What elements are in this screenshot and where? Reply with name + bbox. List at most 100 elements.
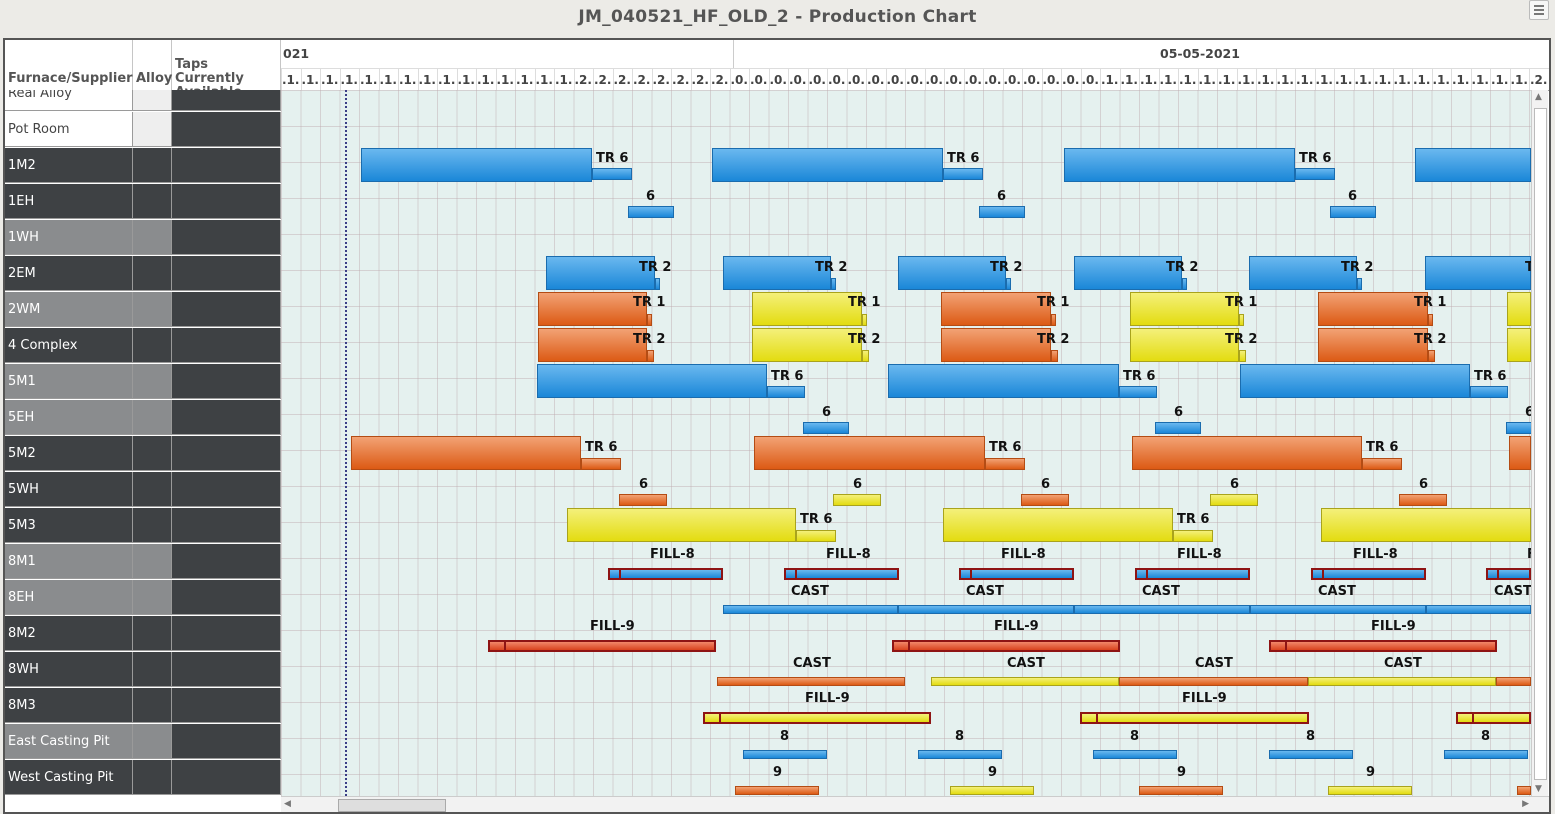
scroll-down-icon[interactable]: ▼ xyxy=(1535,784,1542,794)
gantt-bar[interactable] xyxy=(950,786,1034,795)
gantt-bar[interactable] xyxy=(1506,422,1531,434)
gantt-bar[interactable] xyxy=(1021,494,1069,506)
gantt-bar[interactable] xyxy=(351,436,581,470)
gantt-bar[interactable] xyxy=(1318,292,1428,326)
furnace-row[interactable]: 8M3 xyxy=(5,688,281,724)
gantt-bar[interactable] xyxy=(1507,328,1531,362)
gantt-bar[interactable] xyxy=(1006,278,1011,290)
gantt-bar[interactable] xyxy=(888,364,1119,398)
gantt-bar[interactable] xyxy=(1308,677,1496,686)
gantt-bar[interactable] xyxy=(361,148,592,182)
gantt-bar[interactable] xyxy=(1239,314,1244,326)
gantt-bar[interactable] xyxy=(1318,328,1428,362)
gantt-bar[interactable] xyxy=(703,712,931,724)
gantt-bar[interactable] xyxy=(918,750,1002,759)
gantt-bar[interactable] xyxy=(538,292,647,326)
gantt-bar[interactable] xyxy=(1119,677,1308,686)
gantt-bar[interactable] xyxy=(1051,350,1058,362)
furnace-row[interactable]: Pot Room xyxy=(5,112,281,148)
gantt-bar[interactable] xyxy=(1507,292,1531,326)
furnace-row[interactable]: 5M2 xyxy=(5,436,281,472)
column-header-taps[interactable]: Taps Currently Available xyxy=(172,40,281,100)
gantt-bar[interactable] xyxy=(1155,422,1201,434)
gantt-bar[interactable] xyxy=(1426,605,1531,614)
gantt-bar[interactable] xyxy=(1362,458,1402,470)
gantt-bar[interactable] xyxy=(831,278,836,290)
gantt-bar[interactable] xyxy=(1130,292,1239,326)
gantt-bar[interactable] xyxy=(941,292,1051,326)
furnace-row[interactable]: West Casting Pit xyxy=(5,760,281,796)
gantt-bar[interactable] xyxy=(619,494,667,506)
gantt-bar[interactable] xyxy=(647,314,652,326)
gantt-bar[interactable] xyxy=(628,206,674,218)
gantt-bar[interactable] xyxy=(1295,168,1335,180)
gantt-bar[interactable] xyxy=(898,605,1074,614)
gantt-bar[interactable] xyxy=(796,530,836,542)
vertical-scroll-thumb[interactable] xyxy=(1534,108,1547,780)
gantt-bar[interactable] xyxy=(538,328,647,362)
gantt-bar[interactable] xyxy=(1328,786,1412,795)
scroll-right-icon[interactable]: ▶ xyxy=(1522,799,1529,809)
gantt-bar[interactable] xyxy=(1509,436,1531,470)
gantt-bar[interactable] xyxy=(941,328,1051,362)
gantt-bar[interactable] xyxy=(1250,605,1426,614)
gantt-bar[interactable] xyxy=(1311,568,1426,580)
gantt-bar[interactable] xyxy=(1269,750,1353,759)
scroll-up-icon[interactable]: ▲ xyxy=(1535,92,1542,102)
gantt-bar[interactable] xyxy=(959,568,1074,580)
gantt-bar[interactable] xyxy=(862,314,867,326)
gantt-bar[interactable] xyxy=(1486,568,1531,580)
vertical-scrollbar[interactable]: ▲ ▼ xyxy=(1531,90,1548,796)
gantt-bar[interactable] xyxy=(1132,436,1362,470)
gantt-bar[interactable] xyxy=(1456,712,1531,724)
furnace-row[interactable]: 5M1 xyxy=(5,364,281,400)
gantt-bar[interactable] xyxy=(1415,148,1531,182)
gantt-bar[interactable] xyxy=(1357,278,1362,290)
gantt-bar[interactable] xyxy=(1119,386,1157,398)
furnace-row[interactable]: 4 Complex xyxy=(5,328,281,364)
gantt-bar[interactable] xyxy=(723,605,898,614)
furnace-row[interactable]: Real Alloy xyxy=(5,90,281,112)
gantt-bar[interactable] xyxy=(655,278,660,290)
gantt-bar[interactable] xyxy=(537,364,767,398)
gantt-bar[interactable] xyxy=(581,458,621,470)
gantt-bar[interactable] xyxy=(752,292,862,326)
furnace-row[interactable]: 8M2 xyxy=(5,616,281,652)
gantt-bar[interactable] xyxy=(1182,278,1187,290)
gantt-bar[interactable] xyxy=(1080,712,1309,724)
furnace-row[interactable]: 1EH xyxy=(5,184,281,220)
gantt-bar[interactable] xyxy=(1139,786,1223,795)
furnace-row[interactable]: 5M3 xyxy=(5,508,281,544)
gantt-bar[interactable] xyxy=(985,458,1025,470)
gantt-bar[interactable] xyxy=(752,328,862,362)
gantt-bar[interactable] xyxy=(567,508,796,542)
furnace-row[interactable]: East Casting Pit xyxy=(5,724,281,760)
gantt-bar[interactable] xyxy=(608,568,723,580)
gantt-bar[interactable] xyxy=(803,422,849,434)
gantt-bar[interactable] xyxy=(717,677,905,686)
gantt-bar[interactable] xyxy=(1269,640,1497,652)
horizontal-scroll-thumb[interactable] xyxy=(338,799,446,812)
furnace-row[interactable]: 5EH xyxy=(5,400,281,436)
furnace-row[interactable]: 2WM xyxy=(5,292,281,328)
furnace-row[interactable]: 1WH xyxy=(5,220,281,256)
gantt-bar[interactable] xyxy=(943,508,1173,542)
gantt-bar[interactable] xyxy=(784,568,899,580)
gantt-bar[interactable] xyxy=(1240,364,1470,398)
gantt-bar[interactable] xyxy=(767,386,805,398)
gantt-area[interactable]: TR 6TR 6TR 6666TR 2TR 2TR 2TR 2TR 2TITR … xyxy=(281,90,1531,796)
gantt-bar[interactable] xyxy=(1517,786,1531,795)
gantt-bar[interactable] xyxy=(712,148,943,182)
gantt-bar[interactable] xyxy=(943,168,983,180)
gantt-bar[interactable] xyxy=(1051,314,1056,326)
gantt-bar[interactable] xyxy=(862,350,869,362)
gantt-bar[interactable] xyxy=(743,750,827,759)
gantt-bar[interactable] xyxy=(754,436,985,470)
gantt-bar[interactable] xyxy=(1064,148,1295,182)
gantt-bar[interactable] xyxy=(488,640,716,652)
gantt-bar[interactable] xyxy=(647,350,654,362)
gantt-bar[interactable] xyxy=(1470,386,1508,398)
gantt-bar[interactable] xyxy=(1093,750,1177,759)
gantt-bar[interactable] xyxy=(892,640,1120,652)
gantt-bar[interactable] xyxy=(735,786,819,795)
